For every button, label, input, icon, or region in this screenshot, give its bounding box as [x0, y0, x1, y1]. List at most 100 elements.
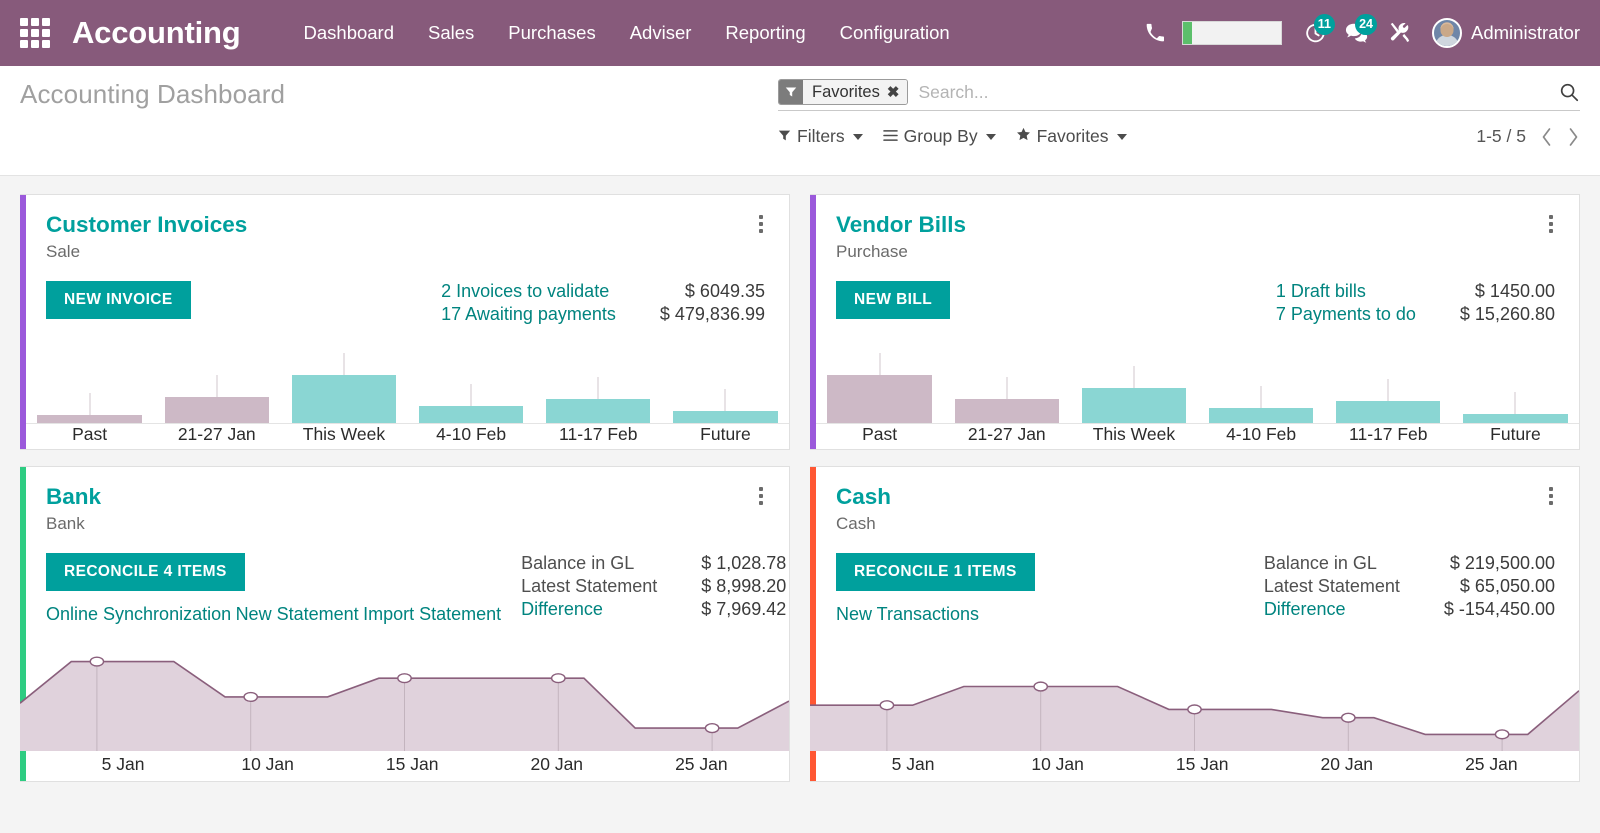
groupby-dropdown[interactable]: Group By	[883, 126, 996, 147]
line-chart-bank[interactable]: 5 Jan10 Jan15 Jan20 Jan25 Jan	[20, 639, 789, 781]
bar[interactable]	[955, 399, 1059, 423]
bar-slot[interactable]	[26, 357, 153, 423]
kpi-row: Balance in GL $ 219,500.00	[1264, 553, 1555, 576]
search-input[interactable]	[908, 80, 1552, 105]
data-point-marker[interactable]	[552, 674, 565, 683]
bar-slot[interactable]	[1325, 357, 1452, 423]
card-title[interactable]: Vendor Bills	[836, 211, 1557, 238]
card-menu-kebab-icon[interactable]	[1543, 483, 1559, 509]
chevron-down-icon	[1117, 134, 1127, 140]
line-x-label: 15 Jan	[340, 754, 485, 775]
data-point-marker[interactable]	[244, 693, 257, 702]
kpi-row: Latest Statement $ 8,998.20	[521, 576, 786, 599]
systray: 11 24 Administrator	[1134, 9, 1584, 57]
bar-slot[interactable]	[280, 357, 407, 423]
bar-slot[interactable]	[943, 357, 1070, 423]
bar-chart-customer-invoices[interactable]: Past21-27 JanThis Week4-10 Feb11-17 FebF…	[20, 357, 789, 449]
bar[interactable]	[827, 375, 931, 423]
card-title[interactable]: Customer Invoices	[46, 211, 767, 238]
menu-item-purchases[interactable]: Purchases	[491, 0, 612, 66]
favorites-dropdown[interactable]: Favorites	[1016, 126, 1127, 147]
line-x-label: 10 Jan	[195, 754, 340, 775]
link-online-synchronization[interactable]: Online Synchronization	[46, 604, 231, 624]
card-menu-kebab-icon[interactable]	[753, 211, 769, 237]
bar[interactable]	[1209, 408, 1313, 423]
data-point-marker[interactable]	[705, 724, 718, 733]
reconcile-items-button[interactable]: RECONCILE 4 ITEMS	[46, 553, 245, 591]
menu-item-adviser[interactable]: Adviser	[613, 0, 709, 66]
card-title[interactable]: Cash	[836, 483, 1557, 510]
tools-icon[interactable]	[1378, 9, 1420, 57]
search-facet-favorites[interactable]: Favorites ✖	[778, 79, 908, 105]
data-point-marker[interactable]	[1342, 713, 1355, 722]
kpi-value: $ 6049.35	[660, 281, 765, 304]
bar[interactable]	[546, 399, 650, 423]
bar[interactable]	[292, 375, 396, 423]
kpi-label[interactable]: 1 Draft bills	[1276, 281, 1460, 304]
bar-slot[interactable]	[535, 357, 662, 423]
data-point-marker[interactable]	[1034, 682, 1047, 691]
phone-icon[interactable]	[1134, 9, 1176, 57]
bar-x-label: 4-10 Feb	[1198, 424, 1325, 449]
link-import-statement[interactable]: Import Statement	[363, 604, 501, 624]
kpi-label[interactable]: 17 Awaiting payments	[441, 304, 660, 327]
bar-slot[interactable]	[816, 357, 943, 423]
new-bill-button[interactable]: NEW BILL	[836, 281, 950, 319]
magnifier-icon[interactable]	[1552, 81, 1580, 103]
messages-chat-icon[interactable]: 24	[1336, 9, 1378, 57]
card-title[interactable]: Bank	[46, 483, 767, 510]
app-brand-title[interactable]: Accounting	[72, 15, 241, 51]
bar-slot[interactable]	[1070, 357, 1197, 423]
card-menu-kebab-icon[interactable]	[753, 483, 769, 509]
pager-next-icon[interactable]	[1567, 127, 1580, 147]
kpi-row: Balance in GL $ 1,028.78	[521, 553, 786, 576]
pager-previous-icon[interactable]	[1540, 127, 1553, 147]
activities-clock-icon[interactable]: 11	[1294, 9, 1336, 57]
filters-dropdown[interactable]: Filters	[778, 126, 863, 147]
menu-item-dashboard[interactable]: Dashboard	[287, 0, 412, 66]
menu-item-reporting[interactable]: Reporting	[708, 0, 822, 66]
bar-x-label: This Week	[280, 424, 407, 449]
systray-progress-bar[interactable]	[1182, 21, 1282, 45]
bar-slot[interactable]	[1452, 357, 1579, 423]
dashboard-grid: Customer Invoices Sale NEW INVOICE 2 Inv…	[0, 176, 1600, 833]
bar-slot[interactable]	[408, 357, 535, 423]
reconcile-items-button[interactable]: RECONCILE 1 ITEMS	[836, 553, 1035, 591]
bar[interactable]	[37, 415, 141, 423]
data-point-marker[interactable]	[880, 701, 893, 710]
bar[interactable]	[419, 406, 523, 423]
link-new-statement[interactable]: New Statement	[236, 604, 359, 624]
link-new-transactions[interactable]: New Transactions	[836, 604, 979, 624]
bar-x-label: 11-17 Feb	[1325, 424, 1452, 449]
data-point-marker[interactable]	[398, 674, 411, 683]
bar[interactable]	[1463, 414, 1567, 423]
apps-grid-icon[interactable]	[18, 16, 52, 50]
bar[interactable]	[1082, 388, 1186, 423]
user-menu[interactable]: Administrator	[1420, 18, 1584, 48]
search-facet-remove-icon[interactable]: ✖	[887, 83, 900, 101]
new-invoice-button[interactable]: NEW INVOICE	[46, 281, 191, 319]
kpi-label[interactable]: 7 Payments to do	[1276, 304, 1460, 327]
line-chart-cash[interactable]: 5 Jan10 Jan15 Jan20 Jan25 Jan	[810, 639, 1579, 781]
bar[interactable]	[1336, 401, 1440, 423]
bar-slot[interactable]	[153, 357, 280, 423]
line-chart-svg	[810, 639, 1579, 751]
kpi-row: Difference $ 7,969.42	[521, 599, 786, 622]
bar-chart-vendor-bills[interactable]: Past21-27 JanThis Week4-10 Feb11-17 FebF…	[810, 357, 1579, 449]
card-subtitle: Sale	[46, 242, 767, 262]
bar-slot[interactable]	[662, 357, 789, 423]
bar[interactable]	[673, 411, 777, 423]
bar-slot[interactable]	[1198, 357, 1325, 423]
kpi-label[interactable]: Difference	[521, 599, 701, 622]
data-point-marker[interactable]	[90, 657, 103, 666]
kpi-label[interactable]: Difference	[1264, 599, 1444, 622]
data-point-marker[interactable]	[1495, 730, 1508, 739]
data-point-marker[interactable]	[1188, 705, 1201, 714]
menu-item-configuration[interactable]: Configuration	[823, 0, 967, 66]
hamburger-icon	[883, 126, 898, 147]
menu-item-sales[interactable]: Sales	[411, 0, 491, 66]
kpi-label: Latest Statement	[1264, 576, 1444, 599]
kpi-label[interactable]: 2 Invoices to validate	[441, 281, 660, 304]
bar[interactable]	[165, 397, 269, 423]
card-menu-kebab-icon[interactable]	[1543, 211, 1559, 237]
